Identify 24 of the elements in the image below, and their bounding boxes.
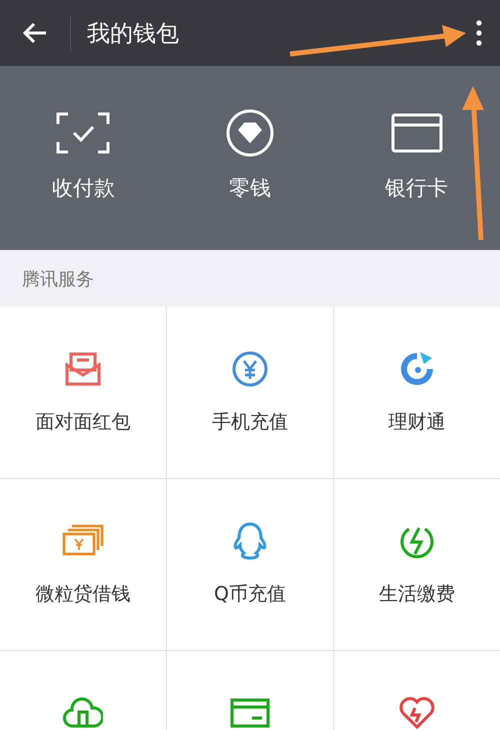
service-label[interactable]: 微粒贷借钱	[36, 581, 130, 607]
window-title: 我的钱包	[87, 20, 179, 48]
service-label[interactable]: 生活缴费	[379, 581, 455, 607]
service-label[interactable]: Q币充值	[214, 581, 286, 607]
wallet-action-link[interactable]: 收付款	[52, 174, 115, 202]
wallet-action-link[interactable]: 银行卡	[385, 174, 448, 202]
penguin-icon	[232, 521, 268, 561]
envelope-icon	[65, 351, 101, 387]
coin-icon	[225, 108, 275, 158]
section-title: 腾讯服务	[22, 268, 94, 290]
wallet-action-link[interactable]: 零钱	[229, 174, 271, 202]
screen-icon	[230, 696, 270, 730]
heart-icon	[398, 696, 436, 730]
back-icon[interactable]	[22, 22, 48, 44]
yen-icon	[231, 350, 269, 388]
service-label[interactable]: 面对面红包	[36, 409, 130, 435]
swirl-icon	[398, 350, 436, 388]
more-icon[interactable]	[476, 20, 482, 46]
card-icon	[390, 113, 443, 153]
bills-icon	[62, 524, 104, 558]
cloud-icon	[63, 696, 103, 730]
service-label[interactable]: 理财通	[388, 409, 446, 435]
service-label[interactable]: 手机充值	[212, 409, 288, 435]
scan-icon	[56, 112, 110, 154]
